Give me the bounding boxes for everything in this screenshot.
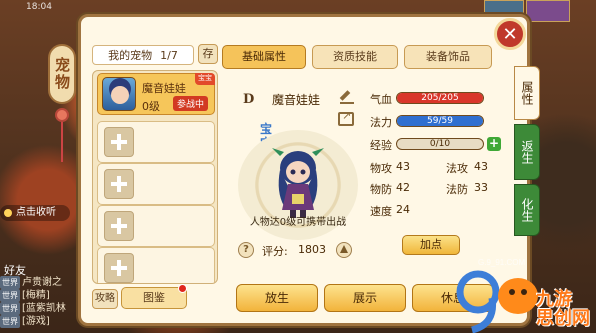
world-chat[interactable]: 世界 卢贵谢之 世界 [梅精] 世界 [蓝紫凯林 世界 [游戏] xyxy=(0,276,90,328)
plus-icon xyxy=(104,253,134,283)
chat-line: 世界 [游戏] xyxy=(0,315,50,328)
mag-atk-value: 43 xyxy=(474,160,488,173)
phys-def-label: 物防 xyxy=(370,183,392,196)
exp-bar: 0/10 xyxy=(396,138,484,150)
empty-pet-slot[interactable] xyxy=(97,205,215,247)
phys-atk-value: 43 xyxy=(396,160,410,173)
side-tab-attributes[interactable]: 属性 xyxy=(514,66,540,120)
add-point-button[interactable]: 加点 xyxy=(402,235,460,255)
panel-title: 宠物 xyxy=(48,44,76,104)
plus-icon xyxy=(104,169,134,199)
rename-pencil-icon[interactable] xyxy=(340,90,354,104)
mp-bar-text: 59/59 xyxy=(427,116,453,126)
side-tab-rebirth[interactable]: 返生 xyxy=(514,124,540,180)
side-tab-transform[interactable]: 化生 xyxy=(514,184,540,236)
phys-def-value: 42 xyxy=(396,181,410,194)
mag-atk-label: 法攻 xyxy=(446,162,468,175)
pet-avatar xyxy=(102,77,136,111)
voice-listen-button[interactable]: 点击收听 xyxy=(0,205,70,221)
pet-list-item[interactable]: 魔音娃娃 0级 参战中 宝宝 xyxy=(97,73,215,115)
pet-grade: D xyxy=(243,92,255,107)
team-portrait[interactable] xyxy=(526,0,570,22)
in-battle-badge: 参战中 xyxy=(172,96,208,111)
score-value: 1803 xyxy=(298,243,326,256)
rest-button[interactable]: 休息 xyxy=(412,284,494,312)
hp-bar-text: 205/205 xyxy=(421,93,459,103)
close-button[interactable]: ✕ xyxy=(494,18,526,50)
pet-detail-name: 魔音娃娃 xyxy=(272,93,321,107)
hp-label: 气血 xyxy=(370,93,392,106)
pet-character-sprite xyxy=(272,148,324,218)
tab-equipment[interactable]: 装备饰品 xyxy=(404,45,492,69)
share-icon[interactable] xyxy=(338,109,354,126)
my-pets-header: 我的宠物 1/7 xyxy=(92,45,194,65)
phys-atk-label: 物攻 xyxy=(370,162,392,175)
speed-label: 速度 xyxy=(370,205,392,218)
mp-bar: 59/59 xyxy=(396,115,484,127)
speed-value: 24 xyxy=(396,203,410,216)
pet-level: 0级 xyxy=(142,100,160,113)
mag-def-value: 33 xyxy=(474,181,488,194)
status-bar-time: 18:04 xyxy=(26,2,52,12)
chat-line: 世界 卢贵谢之 xyxy=(0,276,62,289)
close-icon: ✕ xyxy=(502,23,518,45)
strategy-button[interactable]: 攻略 xyxy=(92,289,118,309)
codex-button[interactable]: 图鉴 xyxy=(121,287,187,309)
store-pet-button[interactable]: 存 xyxy=(198,44,218,64)
plus-icon xyxy=(104,127,134,157)
score-up-arrow-icon[interactable] xyxy=(336,242,352,258)
empty-pet-slot[interactable] xyxy=(97,163,215,205)
exp-label: 经验 xyxy=(370,139,392,152)
pet-type-corner-tag: 宝宝 xyxy=(195,73,215,85)
tab-aptitude-skills[interactable]: 资质技能 xyxy=(312,45,398,69)
pet-name: 魔音娃娃 xyxy=(142,82,186,95)
tassel-decoration xyxy=(55,108,69,168)
chat-line: 世界 [梅精] xyxy=(0,289,50,302)
score-help-icon[interactable]: ? xyxy=(238,242,254,258)
watermark-url: G.9_91.COM xyxy=(478,258,526,267)
my-pets-label: 我的宠物 xyxy=(108,49,153,62)
carry-requirement-hint: 人物达0级可携带出战 xyxy=(249,217,347,228)
release-button[interactable]: 放生 xyxy=(236,284,318,312)
add-exp-button[interactable]: + xyxy=(487,137,501,151)
plus-icon xyxy=(104,211,134,241)
score-label: 评分: xyxy=(262,245,288,258)
show-button[interactable]: 展示 xyxy=(324,284,406,312)
empty-pet-slot[interactable] xyxy=(97,121,215,163)
watermark-text: 九游 思创网 xyxy=(536,289,590,329)
empty-pet-slot[interactable] xyxy=(97,247,215,283)
mag-def-label: 法防 xyxy=(446,183,468,196)
chat-line: 世界 [蓝紫凯林 xyxy=(0,302,66,315)
hp-bar: 205/205 xyxy=(396,92,484,104)
exp-bar-text: 0/10 xyxy=(429,139,451,149)
mp-label: 法力 xyxy=(370,116,392,129)
notification-dot xyxy=(178,284,187,293)
my-pets-count: 1/7 xyxy=(160,48,178,62)
pet-list: 魔音娃娃 0级 参战中 宝宝 xyxy=(92,70,218,284)
tab-basic-attributes[interactable]: 基础属性 xyxy=(222,45,306,69)
